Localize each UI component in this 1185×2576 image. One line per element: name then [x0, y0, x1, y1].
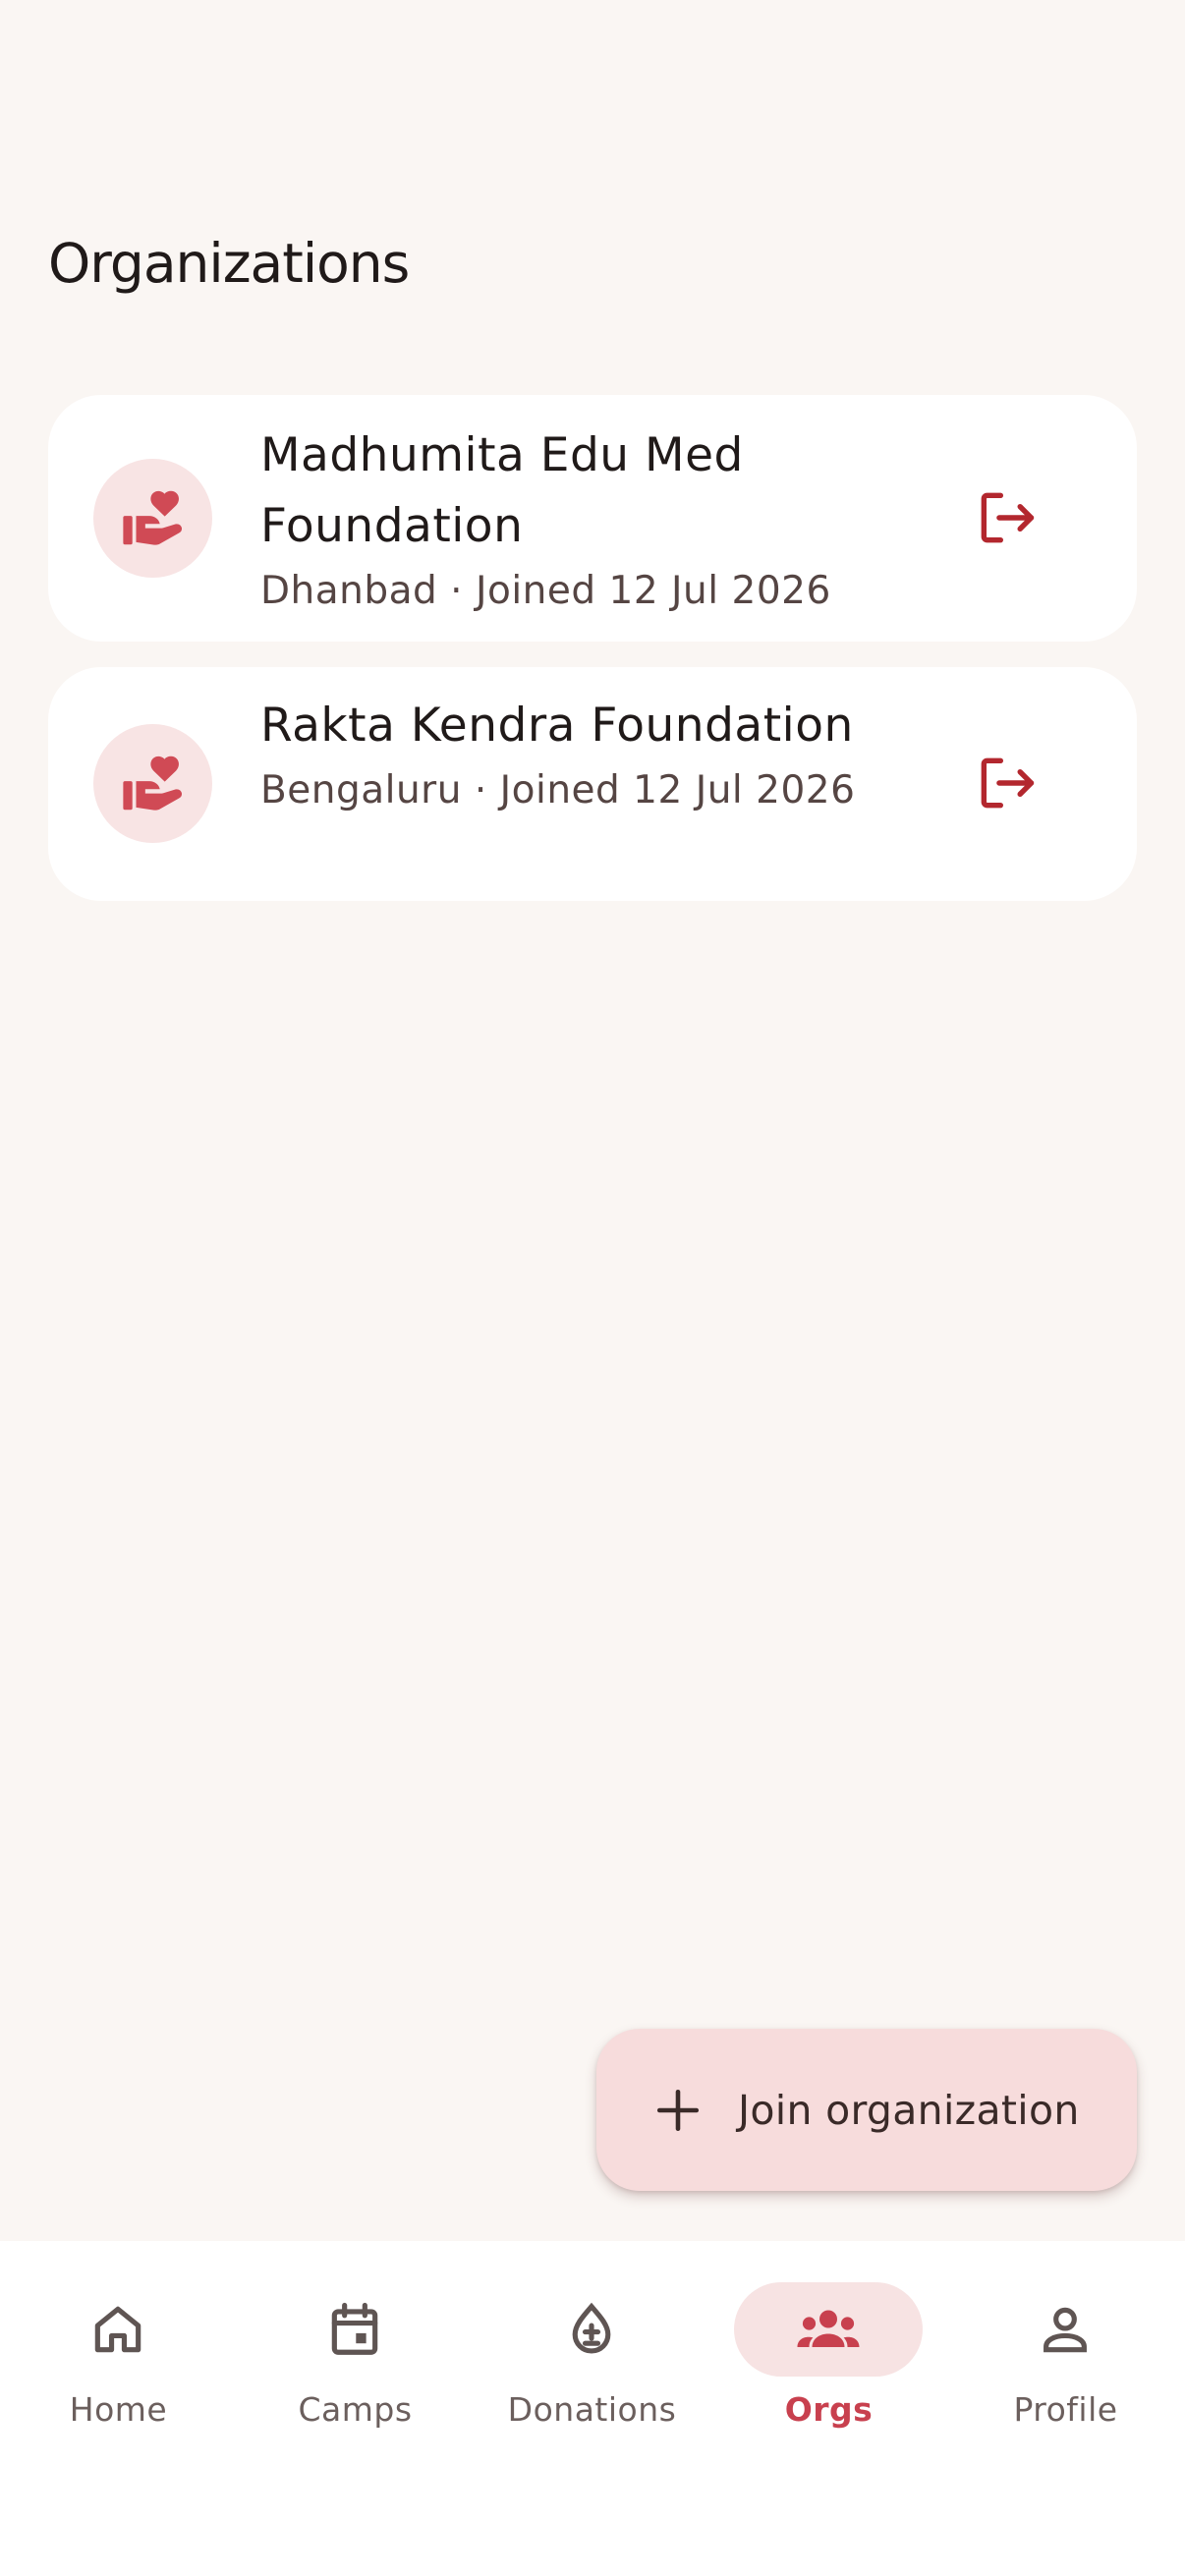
plus-icon: [656, 2089, 700, 2131]
nav-item-home[interactable]: Home: [0, 2241, 237, 2467]
page-title: Organizations: [48, 232, 410, 295]
leave-organization-button[interactable]: [962, 474, 1050, 562]
nav-item-donations[interactable]: Donations: [474, 2241, 710, 2467]
join-organization-label: Join organization: [738, 2086, 1080, 2134]
join-organization-button[interactable]: Join organization: [596, 2029, 1137, 2191]
org-name: Rakta Kendra Foundation: [260, 699, 854, 753]
org-card-madhumita[interactable]: Madhumita Edu Med Foundation Dhanbad · J…: [48, 395, 1137, 642]
nav-item-profile[interactable]: Profile: [947, 2241, 1184, 2467]
volunteer-activism-icon: [122, 756, 182, 811]
bottom-navigation: Home Camps Donations Orgs Profile: [0, 2241, 1185, 2576]
org-name: Madhumita Edu Med Foundation: [260, 428, 744, 553]
nav-label-profile: Profile: [1013, 2390, 1118, 2429]
nav-label-camps: Camps: [298, 2390, 413, 2429]
org-avatar: [93, 459, 212, 578]
volunteer-activism-icon: [122, 490, 182, 545]
org-card-rakta-kendra[interactable]: Rakta Kendra Foundation Bengaluru · Join…: [48, 667, 1137, 901]
nav-label-donations: Donations: [507, 2390, 677, 2429]
nav-label-home: Home: [69, 2390, 168, 2429]
logout-icon: [981, 492, 1035, 543]
calendar-icon: [331, 2302, 378, 2355]
org-avatar: [93, 724, 212, 843]
home-icon: [94, 2306, 141, 2353]
person-icon: [1044, 2307, 1087, 2353]
logout-icon: [981, 757, 1035, 809]
active-indicator: [734, 2282, 923, 2377]
org-meta: Bengaluru · Joined 12 Jul 2026: [260, 768, 856, 812]
blood-drop-icon: [572, 2302, 611, 2354]
leave-organization-button[interactable]: [962, 739, 1050, 827]
org-meta: Dhanbad · Joined 12 Jul 2026: [260, 569, 831, 613]
groups-icon: [797, 2310, 860, 2347]
nav-item-camps[interactable]: Camps: [237, 2241, 474, 2467]
nav-label-orgs: Orgs: [784, 2390, 874, 2429]
nav-item-orgs[interactable]: Orgs: [710, 2241, 947, 2467]
